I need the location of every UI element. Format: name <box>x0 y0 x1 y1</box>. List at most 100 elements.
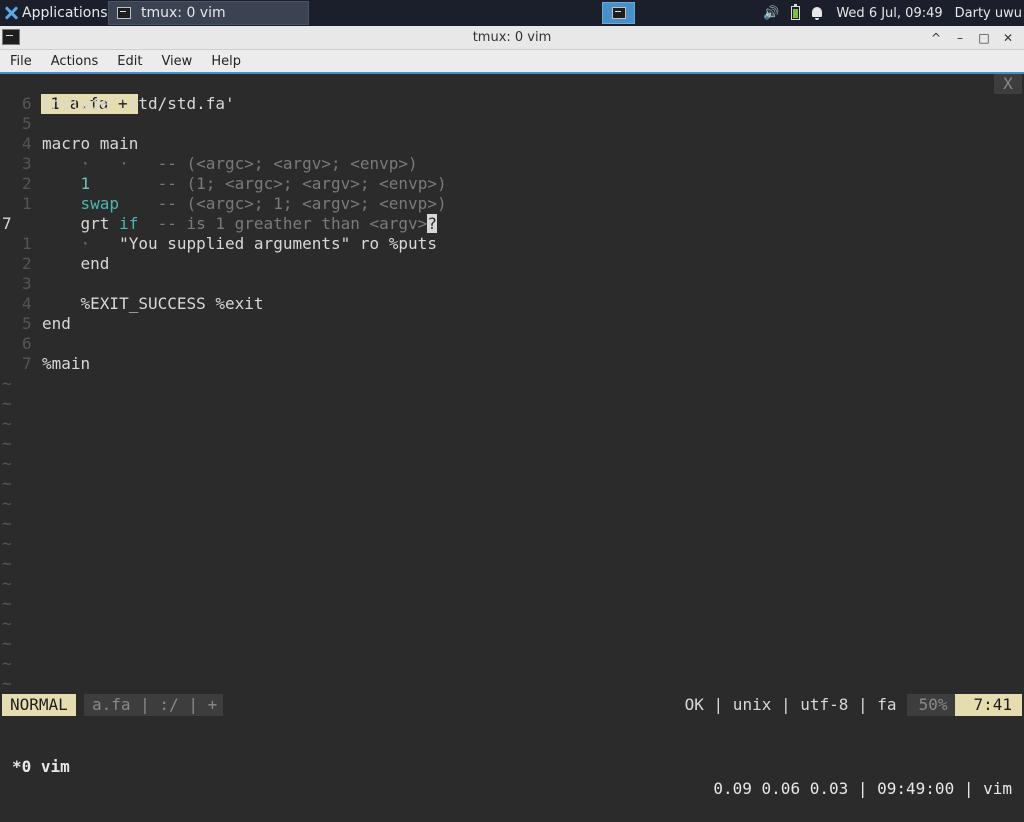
code-token: "You supplied arguments" ro %puts <box>119 234 437 253</box>
line-number: 5 <box>22 314 32 333</box>
vim-line[interactable]: 1 · "You supplied arguments" ro %puts <box>2 234 437 254</box>
vim-line[interactable]: 4 macro main <box>2 134 138 154</box>
menu-bar: File Actions Edit View Help <box>0 50 1024 74</box>
empty-line-tilde: ~ <box>2 654 12 673</box>
user-menu[interactable]: Darty uwu <box>955 6 1022 21</box>
vim-file-section: a.fa | :/ | + <box>84 694 224 716</box>
empty-line-tilde: ~ <box>2 414 12 433</box>
vim-line[interactable]: 3 <box>2 274 42 294</box>
shade-button[interactable]: ^ <box>924 28 948 48</box>
applications-menu-button[interactable]: Applications <box>0 0 112 26</box>
code-token: grt <box>42 214 120 233</box>
vim-line[interactable]: 3 · · -- (<argc>; <argv>; <envp>) <box>2 154 418 174</box>
line-number: 3 <box>22 274 32 293</box>
line-number: 1 <box>22 194 32 213</box>
code-token: include 'std/std.fa' <box>42 94 235 113</box>
battery-icon[interactable] <box>791 4 801 20</box>
menu-actions[interactable]: Actions <box>41 54 108 69</box>
code-token: 1 <box>80 174 91 193</box>
volume-icon[interactable]: 🔊 <box>763 6 779 21</box>
empty-line-tilde: ~ <box>2 474 12 493</box>
code-token: end <box>42 314 71 333</box>
vim-mode-indicator: NORMAL <box>2 694 76 716</box>
vim-line[interactable]: 6 include 'std/std.fa' <box>2 94 235 114</box>
vim-line[interactable]: 2 1 -- (1; <argc>; <argv>; <envp>) <box>2 174 447 194</box>
vim-cursor-position: 7:41 <box>955 694 1022 716</box>
line-number: 7 <box>2 214 12 233</box>
line-number: 2 <box>22 254 32 273</box>
vim-line[interactable]: 4 %EXIT_SUCCESS %exit <box>2 294 264 314</box>
code-token: · <box>42 234 120 253</box>
vim-line[interactable]: 5 end <box>2 314 71 334</box>
top-panel: Applications tmux: 0 vim 🔊 Wed 6 Jul, 09… <box>0 0 1024 26</box>
empty-line-tilde: ~ <box>2 634 12 653</box>
menu-file[interactable]: File <box>0 54 41 69</box>
vim-statusline: NORMAL a.fa | :/ | + OK | unix | utf-8 |… <box>2 694 1022 716</box>
vim-line[interactable]: 6 <box>2 334 42 354</box>
menu-help[interactable]: Help <box>201 54 250 69</box>
empty-line-tilde: ~ <box>2 374 12 393</box>
vim-line[interactable]: 7 grt if -- is 1 greather than <argv>? <box>2 214 437 234</box>
line-number: 6 <box>22 94 32 113</box>
bell-icon[interactable] <box>812 7 823 20</box>
empty-line-tilde: ~ <box>2 514 12 533</box>
terminal-icon <box>611 7 626 19</box>
window-titlebar[interactable]: tmux: 0 vim ^ – □ ✕ <box>0 26 1024 50</box>
terminal-icon <box>117 7 131 19</box>
system-tray: 🔊 Wed 6 Jul, 09:49 Darty uwu <box>763 0 1024 26</box>
vim-file-info: OK | unix | utf-8 | fa <box>684 695 897 714</box>
vim-line[interactable]: 2 end <box>2 254 109 274</box>
workspace-switcher-button[interactable] <box>602 2 635 24</box>
empty-line-tilde: ~ <box>2 494 12 513</box>
taskbar-window-title: tmux: 0 vim <box>141 5 226 21</box>
line-number: 7 <box>22 354 32 373</box>
code-token: macro main <box>42 134 139 153</box>
vim-line[interactable]: 5 <box>2 114 42 134</box>
empty-line-tilde: ~ <box>2 574 12 593</box>
empty-line-tilde: ~ <box>2 534 12 553</box>
close-button[interactable]: ✕ <box>996 28 1020 48</box>
code-token: swap <box>80 194 120 213</box>
minimize-button[interactable]: – <box>948 28 972 48</box>
applications-label: Applications <box>22 5 108 21</box>
empty-line-tilde: ~ <box>2 394 12 413</box>
tmux-window-label[interactable]: *0 vim <box>12 756 70 778</box>
vim-tab-close-button[interactable]: X <box>994 74 1022 94</box>
code-token: if <box>119 214 139 233</box>
line-number: 5 <box>22 114 32 133</box>
line-number: 2 <box>22 174 32 193</box>
code-token: -- (<argc>; <argv>; <envp>) <box>157 154 418 173</box>
line-number: 4 <box>22 294 32 313</box>
taskbar-window-button[interactable]: tmux: 0 vim <box>108 1 309 25</box>
line-number: 3 <box>22 154 32 173</box>
menu-edit[interactable]: Edit <box>107 54 151 69</box>
vim-line[interactable]: 1 swap -- (<argc>; 1; <argv>; <envp>) <box>2 194 447 214</box>
vim-line[interactable]: 7 %main <box>2 354 90 374</box>
maximize-button[interactable]: □ <box>972 28 996 48</box>
code-token: %main <box>42 354 91 373</box>
empty-line-tilde: ~ <box>2 594 12 613</box>
tmux-status-right: 0.09 0.06 0.03 | 09:49:00 | vim <box>713 779 1012 798</box>
terminal-area[interactable]: 1 a.fa + X 6 include 'std/std.fa' 5 4 macro … <box>2 74 1022 798</box>
line-number: 1 <box>22 234 32 253</box>
empty-line-tilde: ~ <box>2 614 12 633</box>
menu-view[interactable]: View <box>151 54 201 69</box>
empty-line-tilde: ~ <box>2 674 12 693</box>
line-number: 4 <box>22 134 32 153</box>
vim-percent: 50% <box>906 694 956 716</box>
code-token: · · <box>42 154 158 173</box>
vim-tabline: 1 a.fa + X <box>2 74 1022 114</box>
code-token: %EXIT_SUCCESS %exit <box>42 294 264 313</box>
window-title: tmux: 0 vim <box>472 30 552 45</box>
empty-line-tilde: ~ <box>2 554 12 573</box>
text-cursor: ? <box>427 214 437 233</box>
clock[interactable]: Wed 6 Jul, 09:49 <box>836 6 942 21</box>
xfce-menu-icon <box>4 6 18 20</box>
code-token: -- (<argc>; 1; <argv>; <envp>) <box>157 194 447 213</box>
code-token: end <box>42 254 110 273</box>
empty-line-tilde: ~ <box>2 434 12 453</box>
empty-line-tilde: ~ <box>2 454 12 473</box>
